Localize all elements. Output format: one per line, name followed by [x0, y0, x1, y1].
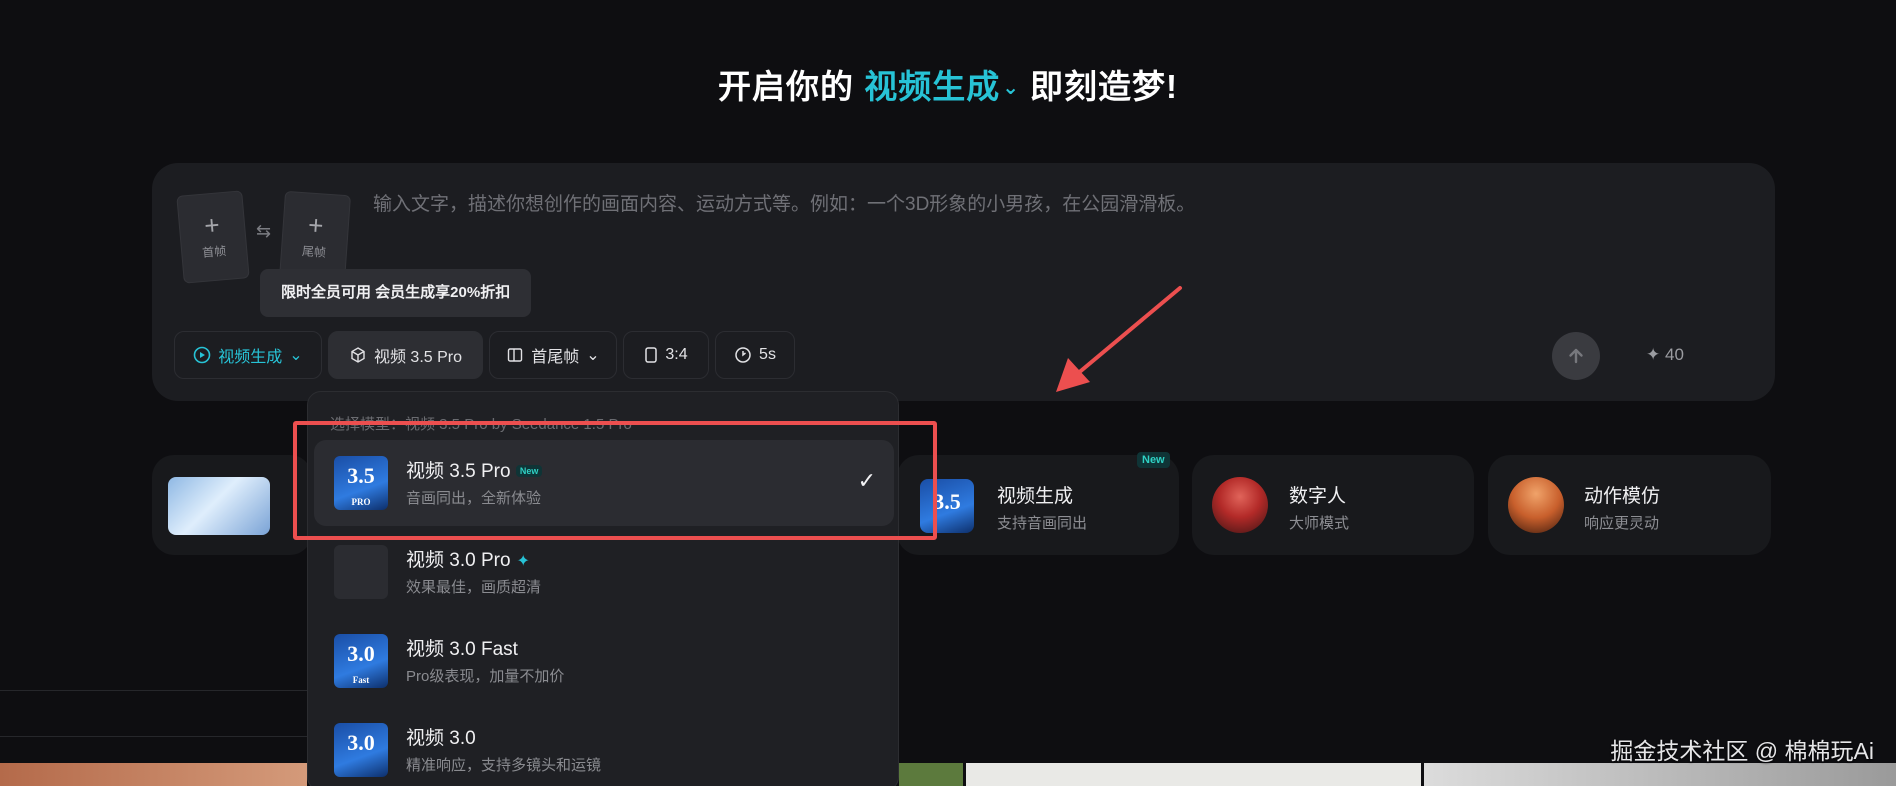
card-subtitle: 大师模式	[1289, 515, 1350, 532]
prompt-input[interactable]: 输入文字，描述你想创作的画面内容、运动方式等。例如：一个3D形象的小男孩，在公园…	[373, 189, 1195, 216]
chevron-down-icon: ⌄	[1002, 77, 1020, 99]
frame-mode-label: 首尾帧	[531, 349, 580, 366]
model-title-text: 视频 3.0 Pro	[406, 550, 511, 571]
clock-icon	[735, 347, 751, 363]
pegasus-thumbnail	[168, 477, 270, 535]
mode-switcher-label: 视频生成	[864, 68, 1001, 105]
feature-card-video[interactable]: 3.5 视频生成 支持音画同出 New	[897, 452, 1179, 555]
feature-card-digital-human[interactable]: 数字人 大师模式	[1192, 455, 1474, 555]
gallery-thumb[interactable]	[966, 763, 1421, 786]
frame-mode-button[interactable]: 首尾帧 ⌄	[489, 331, 617, 379]
mode-dropdown-button[interactable]: 视频生成 ⌄	[174, 331, 322, 379]
model-subtitle: Pro级表现，加量不加价	[406, 668, 565, 685]
chevron-down-icon: ⌄	[586, 347, 600, 364]
model-thumbnail: 3.0	[334, 723, 388, 777]
gallery-thumb[interactable]	[0, 763, 307, 786]
card-title: 视频生成	[997, 486, 1074, 507]
duration-label: 5s	[759, 346, 776, 363]
cube-icon	[351, 347, 365, 363]
last-frame-label: 尾帧	[301, 244, 327, 260]
model-title: 视频 3.0	[406, 728, 476, 749]
divider	[0, 690, 307, 691]
new-badge: New	[1137, 452, 1170, 468]
swap-icon[interactable]: ⇆	[256, 221, 271, 242]
model-title: 视频 3.0 Fast	[406, 639, 518, 660]
model-dropdown-label: 视频 3.5 Pro	[373, 349, 463, 366]
chevron-down-icon: ⌄	[289, 347, 303, 364]
credits-counter: ✦ 40	[1646, 345, 1684, 365]
thumb-text: 3.0	[347, 730, 375, 755]
card-title: 动作模仿	[1584, 486, 1661, 507]
digital-human-thumbnail	[1212, 477, 1268, 533]
sparkle-icon: ✦	[1646, 345, 1661, 364]
card-subtitle: 支持音画同出	[997, 515, 1088, 532]
annotation-arrow-icon	[1056, 286, 1182, 392]
gallery-thumb[interactable]	[1424, 763, 1896, 786]
portrait-icon	[645, 347, 658, 363]
thumb-subtext: Fast	[352, 675, 370, 685]
model-thumbnail	[334, 545, 388, 599]
card-subtitle: 响应更灵动	[1584, 515, 1660, 532]
frame-icon	[508, 348, 523, 362]
video-play-icon	[193, 346, 211, 364]
card-title: 数字人	[1289, 486, 1347, 507]
arrow-up-icon	[1569, 348, 1583, 364]
duration-button[interactable]: 5s	[715, 331, 795, 379]
motion-thumbnail	[1508, 477, 1564, 533]
prompt-composer: + 首帧 ⇆ + 尾帧 输入文字，描述你想创作的画面内容、运动方式等。例如：一个…	[152, 163, 1775, 401]
watermark: 掘金技术社区 @ 棉棉玩Ai	[1610, 738, 1874, 764]
plus-icon: +	[203, 209, 221, 241]
page-headline: 开启你的 视频生成 ⌄ 即刻造梦!	[0, 60, 1896, 108]
promo-tooltip: 限时全员可用 会员生成享20%折扣	[260, 269, 532, 317]
mode-dropdown-label: 视频生成	[218, 349, 283, 366]
first-frame-label: 首帧	[201, 243, 227, 260]
mode-switcher[interactable]: 视频生成 ⌄	[864, 68, 1030, 105]
model-thumbnail: 3.0 Fast	[334, 634, 388, 688]
gallery-thumb[interactable]	[899, 763, 963, 786]
headline-prefix: 开启你的	[718, 68, 855, 105]
first-frame-upload[interactable]: + 首帧	[176, 190, 250, 284]
feature-card-motion[interactable]: 动作模仿 响应更灵动	[1488, 455, 1771, 555]
model-option-30-pro[interactable]: 视频 3.0 Pro ✦ 效果最佳，画质超清	[314, 529, 894, 615]
model-dropdown-button[interactable]: 视频 3.5 Pro	[328, 331, 483, 379]
sparkle-icon: ✦	[516, 553, 530, 570]
model-title: 视频 3.0 Pro ✦	[406, 545, 530, 572]
model-subtitle: 精准响应，支持多镜头和运镜	[406, 757, 602, 774]
model-option-30[interactable]: 3.0 视频 3.0 精准响应，支持多镜头和运镜	[314, 707, 894, 786]
send-button[interactable]	[1552, 332, 1600, 380]
annotation-highlight-box	[293, 421, 937, 540]
divider	[0, 736, 307, 737]
headline-suffix: 即刻造梦!	[1029, 68, 1178, 105]
model-option-30-fast[interactable]: 3.0 Fast 视频 3.0 Fast Pro级表现，加量不加价	[314, 618, 894, 704]
feature-card-image[interactable]	[152, 455, 312, 555]
credits-value: 40	[1664, 345, 1684, 364]
aspect-ratio-label: 3:4	[665, 346, 688, 363]
model-subtitle: 效果最佳，画质超清	[406, 579, 542, 596]
plus-icon: +	[307, 209, 325, 241]
thumb-text: 3.5	[933, 489, 961, 514]
aspect-ratio-button[interactable]: 3:4	[623, 331, 709, 379]
thumb-text: 3.0	[347, 641, 375, 666]
